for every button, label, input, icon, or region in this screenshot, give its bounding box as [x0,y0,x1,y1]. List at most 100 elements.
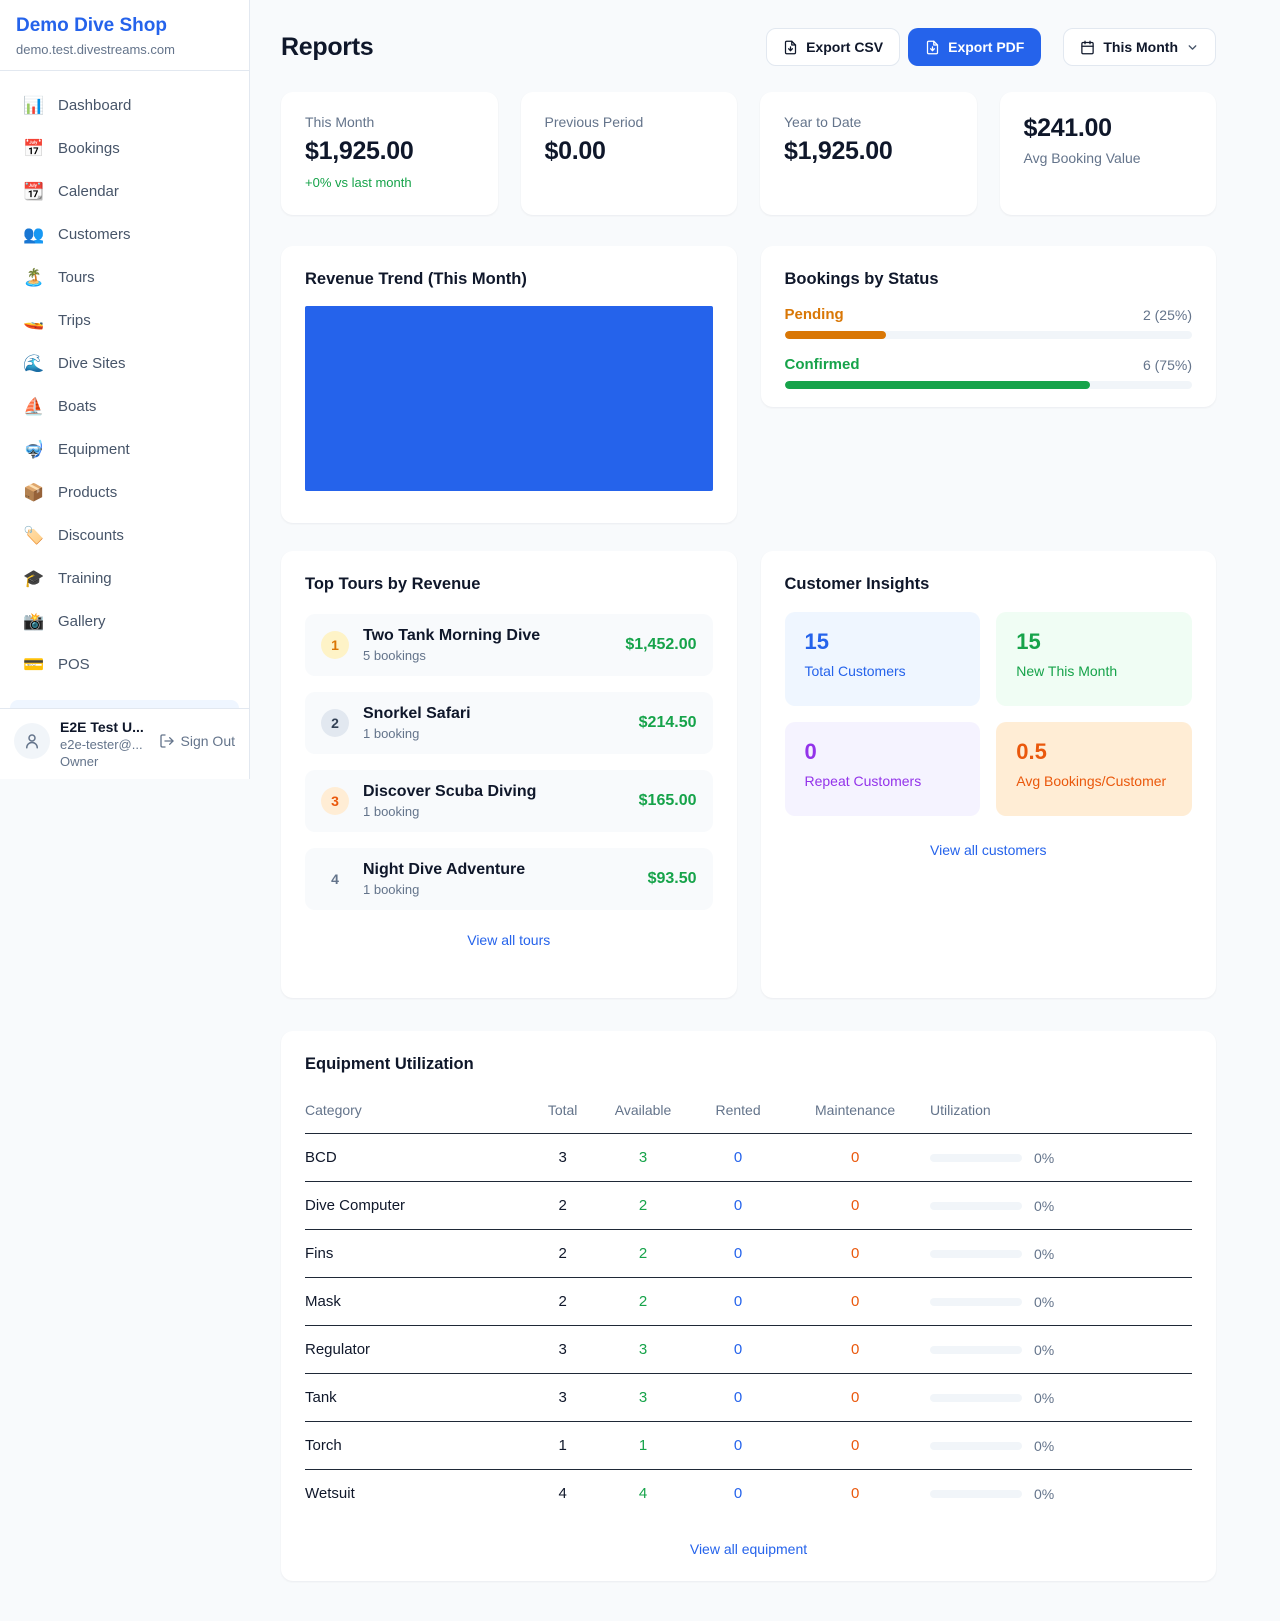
utilization-cell: 0% [930,1294,1192,1310]
file-download-icon [925,40,940,55]
nav-item-label: Trips [58,312,91,329]
stat-card-previous-period: Previous Period $0.00 [521,92,738,215]
sidebar-nav-item[interactable]: 👥 Customers [10,213,239,256]
nav-item-label: Customers [58,226,131,243]
equipment-maintenance: 0 [780,1326,930,1374]
utilization-bar-track [930,1202,1022,1210]
nav-item-label: Boats [58,398,96,415]
insight-value: 0.5 [1016,739,1172,765]
col-rented: Rented [696,1094,780,1134]
equipment-category: BCD [305,1134,535,1182]
calendar-icon [1080,40,1095,55]
nav-item-icon: 🎓 [23,569,45,589]
tour-name: Night Dive Adventure [363,861,525,879]
nav-item-label: Calendar [58,183,119,200]
equipment-maintenance: 0 [780,1470,930,1518]
equipment-available: 3 [590,1134,696,1182]
equipment-available: 3 [590,1374,696,1422]
user-email: e2e-tester@... [60,737,144,752]
stats-row: This Month $1,925.00 +0% vs last month P… [281,92,1216,215]
sidebar-nav-item[interactable]: 🏷️ Discounts [10,514,239,557]
sidebar-nav-item[interactable]: 📅 Bookings [10,127,239,170]
equipment-category: Regulator [305,1326,535,1374]
tour-info: Snorkel Safari 1 booking [363,705,471,741]
tour-row: 4 Night Dive Adventure 1 booking $93.50 [305,848,713,910]
tour-name: Discover Scuba Diving [363,783,536,801]
sign-out-button[interactable]: Sign Out [159,733,235,749]
status-list: Pending 2 (25%) Confirmed 6 (75%) [785,306,1193,389]
equipment-total: 3 [535,1326,590,1374]
status-progress-fill [785,381,1091,389]
insight-tile: 0 Repeat Customers [785,722,981,816]
sidebar-nav-item[interactable]: 📦 Products [10,471,239,514]
page-header: Reports Export CSV Export PDF This Month [281,28,1216,66]
equipment-rented: 0 [696,1374,780,1422]
nav-item-icon: 💳 [23,655,45,675]
equipment-rented: 0 [696,1134,780,1182]
stat-value: $0.00 [545,137,714,166]
view-all-customers-link[interactable]: View all customers [785,842,1193,858]
customer-insights-card: Customer Insights 15 Total Customers 15 … [761,551,1217,998]
equipment-maintenance: 0 [780,1182,930,1230]
nav-item-label: Dive Sites [58,355,126,372]
sidebar-item-reports-active-partial[interactable] [10,700,239,708]
sidebar-nav-item[interactable]: 🏝️ Tours [10,256,239,299]
rank-badge: 4 [321,865,349,893]
table-row: Mask 2 2 0 0 0% [305,1278,1192,1326]
sidebar-nav-item[interactable]: 🌊 Dive Sites [10,342,239,385]
equipment-available: 2 [590,1182,696,1230]
table-row: Dive Computer 2 2 0 0 0% [305,1182,1192,1230]
avatar [14,723,50,759]
utilization-bar-track [930,1442,1022,1450]
sidebar-nav-item[interactable]: 📆 Calendar [10,170,239,213]
stat-card-year-to-date: Year to Date $1,925.00 [760,92,977,215]
sidebar-nav-item[interactable]: 🚤 Trips [10,299,239,342]
nav-item-label: POS [58,656,90,673]
equipment-utilization-card: Equipment Utilization Category Total Ava… [281,1031,1216,1581]
top-tours-title: Top Tours by Revenue [305,575,713,594]
page-title: Reports [281,33,373,62]
equipment-rented: 0 [696,1182,780,1230]
nav-item-icon: 📦 [23,483,45,503]
export-pdf-button[interactable]: Export PDF [908,28,1041,66]
stat-value: $241.00 [1024,114,1193,143]
insight-tile: 15 Total Customers [785,612,981,706]
rank-badge: 3 [321,787,349,815]
nav-item-icon: 🌊 [23,354,45,374]
status-progress-track [785,331,1193,339]
sidebar-nav-item[interactable]: ⛵ Boats [10,385,239,428]
rank-badge: 2 [321,709,349,737]
sidebar-nav-item[interactable]: 💳 POS [10,643,239,686]
utilization-percent: 0% [1034,1294,1054,1310]
bookings-by-status-card: Bookings by Status Pending 2 (25%) [761,246,1217,407]
sidebar-nav-item[interactable]: 🎓 Training [10,557,239,600]
nav-item-icon: 🏷️ [23,526,45,546]
stat-label: Previous Period [545,114,714,130]
stat-label: This Month [305,114,474,130]
utilization-percent: 0% [1034,1342,1054,1358]
insight-tile: 15 New This Month [996,612,1192,706]
stat-card-avg-booking-value: $241.00 Avg Booking Value [1000,92,1217,215]
view-all-tours-link[interactable]: View all tours [305,932,713,948]
stat-value: $1,925.00 [305,137,474,166]
nav-item-icon: 👥 [23,225,45,245]
utilization-bar-track [930,1250,1022,1258]
tour-row: 3 Discover Scuba Diving 1 booking $165.0… [305,770,713,832]
period-select[interactable]: This Month [1063,28,1216,66]
sidebar-nav-item[interactable]: 📊 Dashboard [10,84,239,127]
status-row: Confirmed 6 (75%) [785,356,1193,389]
sidebar-nav-item[interactable]: 📸 Gallery [10,600,239,643]
stat-delta: +0% vs last month [305,175,474,190]
equipment-rented: 0 [696,1422,780,1470]
tour-row: 1 Two Tank Morning Dive 5 bookings $1,45… [305,614,713,676]
tour-bookings-count: 1 booking [363,882,525,897]
view-all-equipment-link[interactable]: View all equipment [305,1541,1192,1557]
sidebar-nav-item[interactable]: 🤿 Equipment [10,428,239,471]
export-csv-button[interactable]: Export CSV [766,28,900,66]
utilization-percent: 0% [1034,1486,1054,1502]
utilization-bar-track [930,1490,1022,1498]
col-category: Category [305,1094,535,1134]
chevron-down-icon [1186,41,1199,54]
status-label: Pending [785,306,844,323]
equipment-total: 4 [535,1470,590,1518]
